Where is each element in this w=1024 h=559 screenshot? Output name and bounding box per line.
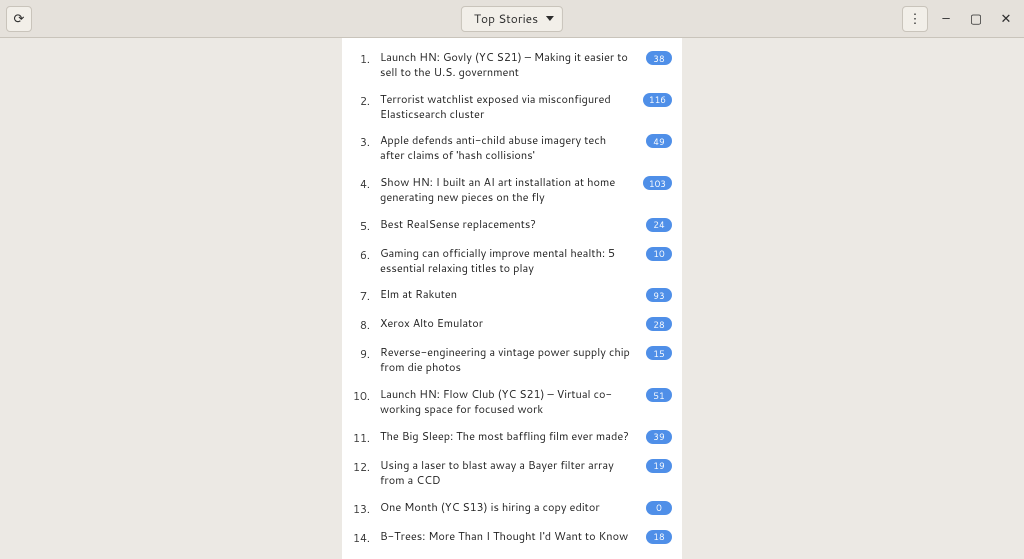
story-rank: 9. — [348, 345, 370, 362]
story-rank: 10. — [348, 387, 370, 404]
comment-count-badge[interactable]: 19 — [646, 459, 672, 473]
maximize-button[interactable]: ▢ — [964, 7, 988, 31]
comment-count-badge[interactable]: 24 — [646, 218, 672, 232]
story-row[interactable]: 9. Reverse-engineering a vintage power su… — [342, 339, 682, 381]
story-title[interactable]: Reverse-engineering a vintage power supp… — [380, 345, 636, 375]
story-row[interactable]: 6. Gaming can officially improve mental h… — [342, 240, 682, 282]
story-title[interactable]: Terrorist watchlist exposed via misconfi… — [380, 92, 633, 122]
story-rank: 7. — [348, 287, 370, 304]
minimize-button[interactable]: – — [934, 7, 958, 31]
story-row[interactable]: 8. Xerox Alto Emulator 28 — [342, 310, 682, 339]
story-rank: 11. — [348, 429, 370, 446]
comment-count-badge[interactable]: 38 — [646, 51, 672, 65]
story-row[interactable]: 15.Scientific progress despite irreprodu… — [342, 552, 682, 559]
story-title[interactable]: Show HN: I built an AI art installation … — [380, 175, 633, 205]
story-list: 1. Launch HN: Govly (YC S21) – Making it … — [342, 38, 682, 559]
story-title[interactable]: One Month (YC S13) is hiring a copy edit… — [380, 500, 636, 515]
refresh-button[interactable]: ⟳ — [6, 6, 32, 32]
story-title[interactable]: Launch HN: Flow Club (YC S21) – Virtual … — [380, 387, 636, 417]
story-row[interactable]: 13. One Month (YC S13) is hiring a copy e… — [342, 494, 682, 523]
story-rank: 14. — [348, 529, 370, 546]
story-row[interactable]: 11. The Big Sleep: The most baffling film… — [342, 423, 682, 452]
story-title[interactable]: Best RealSense replacements? — [380, 217, 636, 232]
chevron-down-icon — [546, 16, 554, 21]
story-row[interactable]: 5. Best RealSense replacements? 24 — [342, 211, 682, 240]
comment-count-badge[interactable]: 51 — [646, 388, 672, 402]
story-rank: 1. — [348, 50, 370, 67]
minimize-icon: – — [942, 10, 949, 28]
comment-count-badge[interactable]: 28 — [646, 317, 672, 331]
comment-count-badge[interactable]: 10 — [646, 247, 672, 261]
story-rank: 3. — [348, 133, 370, 150]
story-rank: 4. — [348, 175, 370, 192]
story-title[interactable]: Elm at Rakuten — [380, 287, 636, 302]
comment-count-badge[interactable]: 49 — [646, 134, 672, 148]
story-row[interactable]: 12. Using a laser to blast away a Bayer f… — [342, 452, 682, 494]
comment-count-badge[interactable]: 18 — [646, 530, 672, 544]
view-dropdown[interactable]: Top Stories — [461, 6, 563, 32]
story-rank: 5. — [348, 217, 370, 234]
story-rank: 13. — [348, 500, 370, 517]
story-row[interactable]: 3. Apple defends anti-child abuse imagery… — [342, 127, 682, 169]
maximize-icon: ▢ — [970, 10, 982, 28]
close-icon: ✕ — [1001, 10, 1012, 28]
story-title[interactable]: Launch HN: Govly (YC S21) – Making it ea… — [380, 50, 636, 80]
story-title[interactable]: Apple defends anti-child abuse imagery t… — [380, 133, 636, 163]
story-row[interactable]: 7. Elm at Rakuten 93 — [342, 281, 682, 310]
story-row[interactable]: 4. Show HN: I built an AI art installatio… — [342, 169, 682, 211]
story-row[interactable]: 10. Launch HN: Flow Club (YC S21) – Virtu… — [342, 381, 682, 423]
story-row[interactable]: 14. B-Trees: More Than I Thought I'd Want… — [342, 523, 682, 552]
menu-button[interactable]: ⋮ — [902, 6, 928, 32]
comment-count-badge[interactable]: 93 — [646, 288, 672, 302]
story-title[interactable]: Using a laser to blast away a Bayer filt… — [380, 458, 636, 488]
story-rank: 2. — [348, 92, 370, 109]
comment-count-badge[interactable]: 39 — [646, 430, 672, 444]
story-rank: 6. — [348, 246, 370, 263]
close-button[interactable]: ✕ — [994, 7, 1018, 31]
titlebar: ⟳ Top Stories ⋮ – ▢ ✕ — [0, 0, 1024, 38]
comment-count-badge[interactable]: 0 — [646, 501, 672, 515]
story-title[interactable]: B-Trees: More Than I Thought I'd Want to… — [380, 529, 636, 544]
view-dropdown-label: Top Stories — [474, 10, 538, 27]
comment-count-badge[interactable]: 103 — [643, 176, 672, 190]
comment-count-badge[interactable]: 15 — [646, 346, 672, 360]
story-rank: 8. — [348, 316, 370, 333]
refresh-icon: ⟳ — [14, 10, 25, 28]
story-rank: 12. — [348, 458, 370, 475]
story-title[interactable]: The Big Sleep: The most baffling film ev… — [380, 429, 636, 444]
content-scroll[interactable]: 1. Launch HN: Govly (YC S21) – Making it … — [0, 38, 1024, 559]
story-title[interactable]: Xerox Alto Emulator — [380, 316, 636, 331]
story-row[interactable]: 1. Launch HN: Govly (YC S21) – Making it … — [342, 44, 682, 86]
story-row[interactable]: 2. Terrorist watchlist exposed via miscon… — [342, 86, 682, 128]
comment-count-badge[interactable]: 116 — [643, 93, 672, 107]
story-title[interactable]: Gaming can officially improve mental hea… — [380, 246, 636, 276]
kebab-icon: ⋮ — [909, 10, 922, 28]
